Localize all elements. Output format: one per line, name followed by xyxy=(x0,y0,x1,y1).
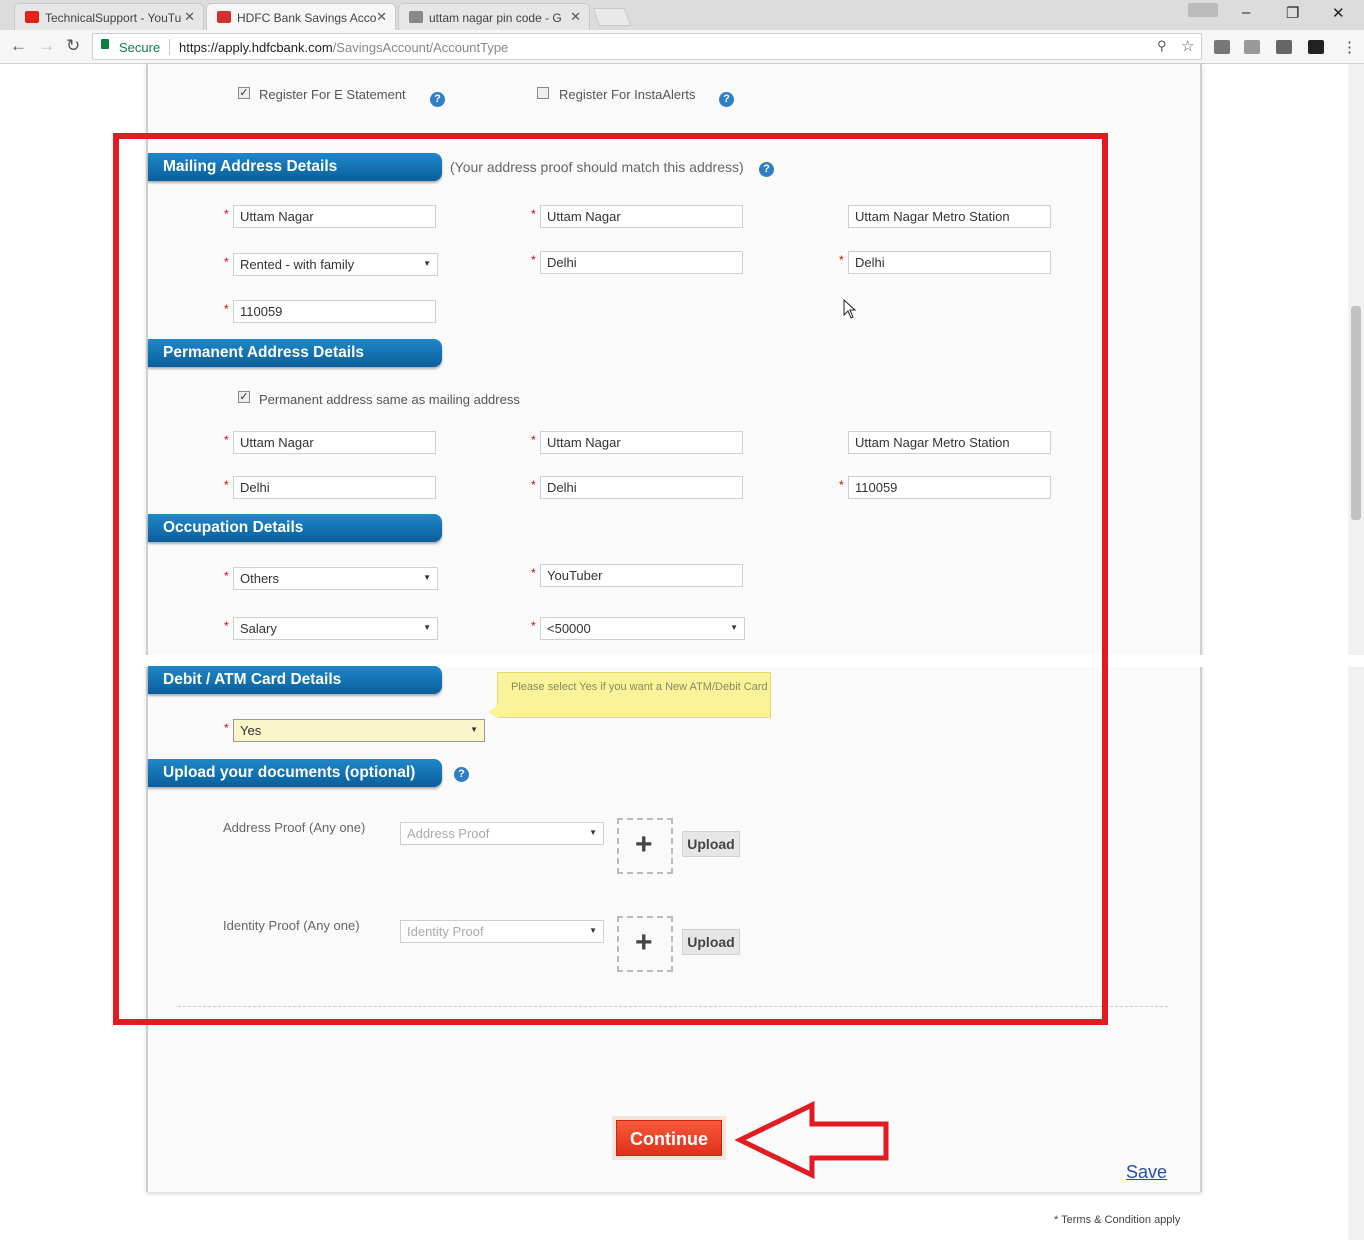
extension-icon[interactable] xyxy=(1276,40,1292,54)
tab-google-search[interactable]: uttam nagar pin code - G ✕ xyxy=(398,3,590,30)
red-arrow-icon xyxy=(734,1101,889,1179)
help-icon[interactable]: ? xyxy=(430,92,445,107)
extension-icon[interactable] xyxy=(1214,40,1230,54)
extension-icon[interactable] xyxy=(1308,40,1324,54)
e-statement-label: Register For E Statement xyxy=(259,87,406,102)
tab-hdfc-bank[interactable]: HDFC Bank Savings Acco ✕ xyxy=(206,3,396,30)
insta-alerts-checkbox[interactable] xyxy=(537,87,549,99)
close-tab-icon[interactable]: ✕ xyxy=(376,9,387,25)
minimize-button[interactable]: – xyxy=(1242,4,1250,21)
lock-icon xyxy=(101,39,109,49)
bookmark-star-icon[interactable]: ☆ xyxy=(1181,37,1194,55)
youtube-icon xyxy=(25,11,39,23)
mouse-cursor-icon xyxy=(843,299,857,319)
separator xyxy=(169,39,170,55)
back-icon[interactable]: ← xyxy=(10,36,27,56)
menu-icon[interactable]: ⋮ xyxy=(1342,38,1357,56)
reload-icon[interactable]: ↻ xyxy=(66,36,80,56)
tab-technicalsupport[interactable]: TechnicalSupport - YouTu ✕ xyxy=(14,3,204,30)
secure-label: Secure xyxy=(119,40,161,55)
hdfc-icon xyxy=(217,11,231,23)
close-window-button[interactable]: ✕ xyxy=(1332,4,1345,22)
url-path: /SavingsAccount/AccountType xyxy=(332,40,509,55)
profile-icon[interactable] xyxy=(1188,3,1218,17)
forward-icon[interactable]: → xyxy=(38,36,55,56)
address-bar[interactable]: Secure https://apply.hdfcbank.com/Saving… xyxy=(92,33,1202,60)
new-tab-button[interactable] xyxy=(592,8,632,26)
help-icon[interactable]: ? xyxy=(719,92,734,107)
scrollbar-thumb[interactable] xyxy=(1351,306,1361,520)
browser-tab-bar: TechnicalSupport - YouTu ✕ HDFC Bank Sav… xyxy=(0,0,1364,30)
e-statement-checkbox[interactable]: ✓ xyxy=(238,87,250,99)
restore-button[interactable]: ❐ xyxy=(1286,4,1299,22)
close-tab-icon[interactable]: ✕ xyxy=(570,9,581,25)
tab-title: HDFC Bank Savings Acco xyxy=(237,11,377,25)
insta-alerts-label: Register For InstaAlerts xyxy=(559,87,696,102)
url-host: https://apply.hdfcbank.com xyxy=(179,40,333,55)
highlight-box xyxy=(113,133,1108,1025)
tab-title: TechnicalSupport - YouTu xyxy=(45,11,182,25)
url-text[interactable]: https://apply.hdfcbank.com/SavingsAccoun… xyxy=(179,40,508,55)
zoom-icon[interactable]: ⚲ xyxy=(1157,38,1167,54)
extension-icon[interactable] xyxy=(1244,40,1260,54)
google-icon xyxy=(409,11,423,23)
tab-title: uttam nagar pin code - G xyxy=(429,11,562,25)
browser-toolbar: ← → ↻ Secure https://apply.hdfcbank.com/… xyxy=(0,30,1364,64)
continue-button[interactable]: Continue xyxy=(616,1120,722,1156)
close-tab-icon[interactable]: ✕ xyxy=(184,9,195,25)
scrollbar-lower[interactable] xyxy=(1348,667,1364,1240)
save-link[interactable]: Save xyxy=(1126,1162,1167,1183)
terms-note: * Terms & Condition apply xyxy=(1054,1214,1181,1226)
